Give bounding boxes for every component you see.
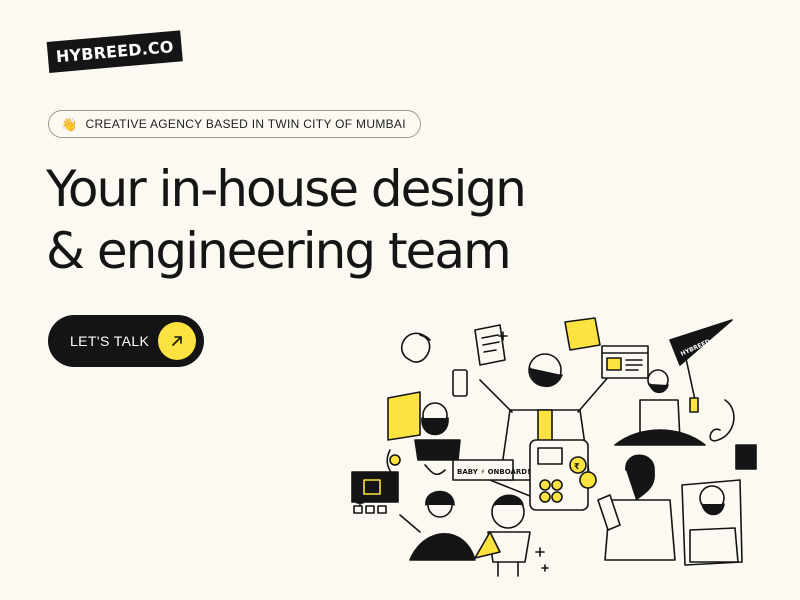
arrow-up-right-icon: [158, 322, 196, 360]
lets-talk-label: LET'S TALK: [70, 333, 150, 349]
headline-line-1: Your in-house design: [46, 160, 527, 218]
headline-line-2: & engineering team: [46, 222, 512, 280]
baby-onboard-text: BABY ⚡ ONBOARD!: [457, 468, 530, 476]
tagline-text: CREATIVE AGENCY BASED IN TWIN CITY OF MU…: [85, 117, 406, 131]
phone-icon: [452, 369, 468, 397]
brand-logo[interactable]: HYBREED.CO: [46, 30, 183, 73]
waving-hand-icon: 👋: [61, 116, 78, 132]
code-tablet: [735, 444, 757, 470]
tagline-badge: 👋 CREATIVE AGENCY BASED IN TWIN CITY OF …: [48, 110, 421, 138]
design-screen: [351, 471, 399, 503]
rupee-symbol: ₹: [574, 462, 580, 471]
team-illustration: BABY ⚡ ONBOARD! HYBREED ₹: [351, 317, 757, 577]
hero-headline: Your in-house design & engineering team: [46, 158, 527, 282]
folder-icon: [564, 317, 601, 351]
decorative-squiggle-right: [709, 399, 735, 442]
lets-talk-button[interactable]: LET'S TALK: [48, 315, 204, 367]
decorative-squiggle: [400, 332, 431, 363]
